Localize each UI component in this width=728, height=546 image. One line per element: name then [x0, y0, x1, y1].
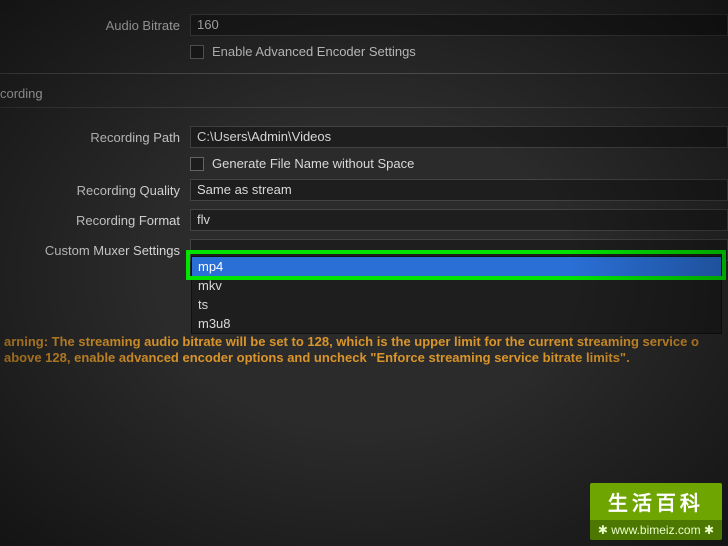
warning-text: arning: The streaming audio bitrate will…: [0, 334, 728, 366]
watermark: 生活百科 ✱ www.bimeiz.com ✱: [590, 483, 722, 540]
custom-muxer-label: Custom Muxer Settings: [0, 243, 190, 258]
recording-format-label: Recording Format: [0, 213, 190, 228]
recording-quality-select[interactable]: Same as stream: [190, 179, 728, 201]
divider: [0, 73, 728, 74]
enable-advanced-encoder-checkbox[interactable]: [190, 45, 204, 59]
recording-path-input[interactable]: C:\Users\Admin\Videos: [190, 126, 728, 148]
watermark-title: 生活百科: [590, 483, 722, 520]
format-option-mkv[interactable]: mkv: [192, 276, 721, 295]
audio-bitrate-input[interactable]: 160: [190, 14, 728, 36]
recording-format-select[interactable]: flv: [190, 209, 728, 231]
format-option-ts[interactable]: ts: [192, 295, 721, 314]
enable-advanced-encoder-label: Enable Advanced Encoder Settings: [212, 44, 416, 59]
generate-filename-nospace-label: Generate File Name without Space: [212, 156, 414, 171]
watermark-url: ✱ www.bimeiz.com ✱: [590, 520, 722, 540]
format-option-m3u8[interactable]: m3u8: [192, 314, 721, 333]
audio-bitrate-label: Audio Bitrate: [0, 18, 190, 33]
recording-path-label: Recording Path: [0, 130, 190, 145]
generate-filename-nospace-checkbox[interactable]: [190, 157, 204, 171]
format-option-mp4[interactable]: mp4: [192, 257, 721, 276]
recording-format-dropdown[interactable]: mp4mkvtsm3u8: [191, 256, 722, 334]
recording-quality-label: Recording Quality: [0, 183, 190, 198]
divider: [0, 107, 728, 108]
recording-section-title: cording: [0, 86, 728, 101]
